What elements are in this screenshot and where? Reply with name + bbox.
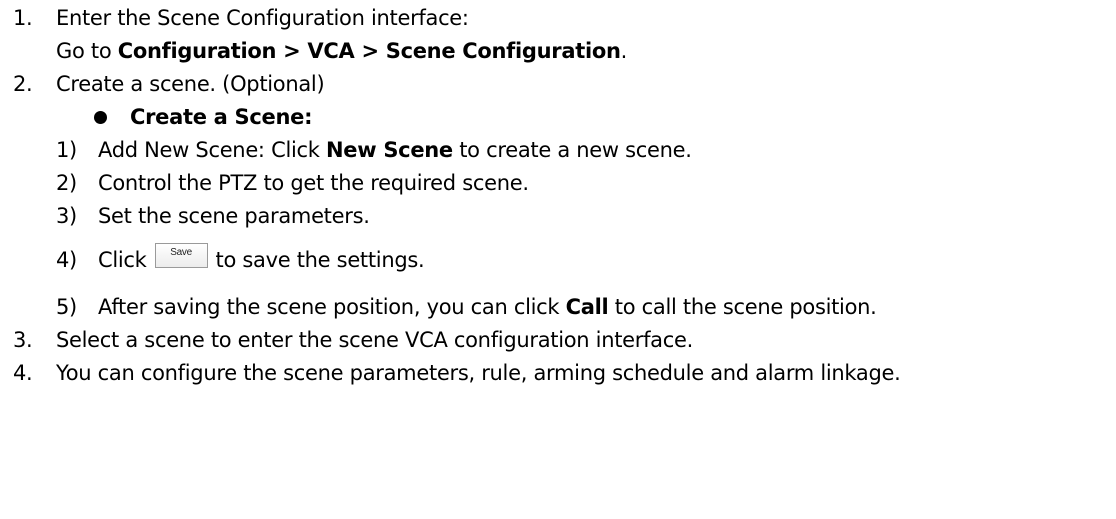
new-scene-term: New Scene — [326, 138, 453, 162]
save-button[interactable]: Save — [154, 242, 208, 268]
call-term: Call — [565, 295, 609, 319]
step-3-text: Select a scene to enter the scene VCA co… — [56, 328, 693, 352]
substep-4-number: 4) — [56, 248, 77, 272]
bullet-title: Create a Scene: — [130, 103, 312, 131]
step-1-path-prefix: Go to — [56, 39, 118, 63]
step-3-number: 3. — [13, 328, 33, 352]
step-1-number: 1. — [13, 6, 33, 30]
step-1-text: Enter the Scene Configuration interface: — [56, 6, 469, 30]
substep-5-prefix: After saving the scene position, you can… — [98, 295, 566, 319]
step-1-path: Go to Configuration > VCA > Scene Config… — [56, 37, 627, 65]
bullet-dot-icon — [94, 111, 107, 124]
substep-2-number: 2) — [56, 171, 77, 195]
substep-5-text: After saving the scene position, you can… — [98, 293, 877, 321]
document-page: 1. Enter the Scene Configuration interfa… — [0, 0, 1116, 519]
substep-1-prefix: Add New Scene: Click — [98, 138, 327, 162]
step-4-text: You can configure the scene parameters, … — [56, 361, 901, 385]
step-2-number: 2. — [13, 72, 33, 96]
substep-4-suffix: to save the settings. — [215, 248, 425, 272]
step-1-path-suffix: . — [620, 39, 628, 63]
step-4-number: 4. — [13, 361, 33, 385]
bullet-title-text: Create a Scene: — [130, 105, 313, 129]
substep-5-number: 5) — [56, 295, 77, 319]
substep-3-text: Set the scene parameters. — [98, 204, 370, 228]
substep-4-text: Click Save to save the settings. — [98, 242, 425, 274]
substep-4-prefix: Click — [98, 248, 147, 272]
substep-2-text: Control the PTZ to get the required scen… — [98, 171, 529, 195]
substep-1-number: 1) — [56, 138, 77, 162]
substep-1-text: Add New Scene: Click New Scene to create… — [98, 136, 692, 164]
step-2-text: Create a scene. (Optional) — [56, 72, 325, 96]
substep-1-suffix: to create a new scene. — [452, 138, 692, 162]
substep-5-suffix: to call the scene position. — [608, 295, 877, 319]
menu-path: Configuration > VCA > Scene Configuratio… — [117, 39, 621, 63]
substep-3-number: 3) — [56, 204, 77, 228]
